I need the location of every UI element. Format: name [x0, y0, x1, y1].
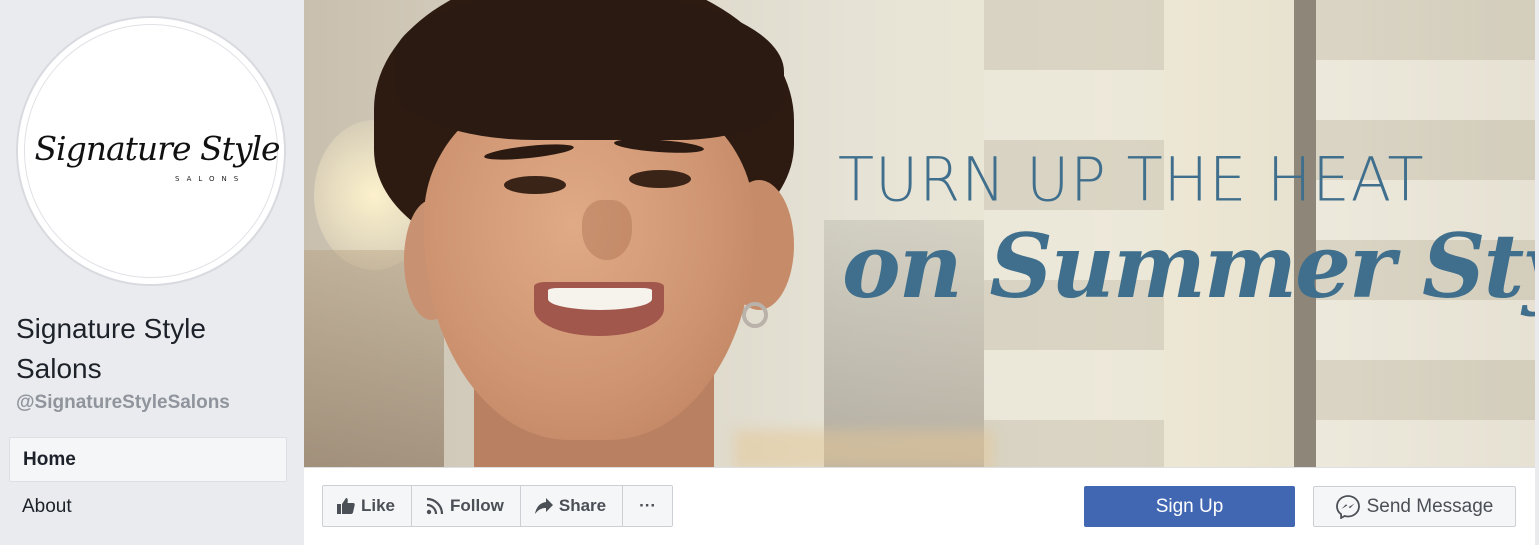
page-handle[interactable]: @SignatureStyleSalons — [16, 392, 230, 414]
page-sidebar: Signature Style SALONS Signature Style S… — [0, 0, 304, 545]
like-button[interactable]: Like — [323, 486, 413, 526]
page-action-bar: Like Follow Share ··· Sign Up Send Messa… — [304, 467, 1535, 545]
follow-label: Follow — [450, 496, 504, 515]
cover-headline: TURN UP THE HEAT — [838, 144, 1425, 215]
more-options-button[interactable]: ··· — [623, 486, 672, 526]
cover-tagline: on Summer Style — [842, 214, 1535, 318]
profile-picture[interactable]: Signature Style SALONS — [16, 16, 286, 286]
earring — [742, 302, 768, 328]
nose — [582, 200, 632, 260]
like-label: Like — [361, 496, 396, 515]
send-message-button[interactable]: Send Message — [1313, 486, 1516, 527]
eye — [629, 170, 691, 188]
send-message-label: Send Message — [1366, 495, 1494, 517]
share-button[interactable]: Share — [521, 486, 624, 526]
messenger-icon — [1335, 494, 1360, 519]
follow-button[interactable]: Follow — [412, 486, 521, 526]
eye — [504, 176, 566, 194]
share-label: Share — [558, 496, 607, 515]
share-arrow-icon — [534, 498, 553, 514]
thumbs-up-icon — [337, 498, 355, 514]
sign-up-label: Sign Up — [1155, 495, 1224, 517]
hair-fringe — [394, 0, 784, 140]
cover-photo[interactable]: TURN UP THE HEAT on Summer Style — [304, 0, 1535, 467]
nav-item-about[interactable]: About — [22, 496, 72, 518]
nav-item-home[interactable]: Home — [9, 437, 287, 482]
logo-sub-text: SALONS — [175, 175, 246, 183]
sign-up-button[interactable]: Sign Up — [1084, 486, 1295, 527]
rss-icon — [426, 497, 444, 515]
page-title[interactable]: Signature Style Salons — [16, 309, 296, 389]
model-portrait — [364, 0, 804, 467]
action-button-group: Like Follow Share ··· — [322, 485, 674, 527]
logo-script-text: Signature Style — [34, 129, 280, 168]
teeth — [548, 288, 652, 310]
more-dots-icon: ··· — [639, 496, 657, 515]
logo-badge: Signature Style SALONS — [24, 24, 281, 278]
